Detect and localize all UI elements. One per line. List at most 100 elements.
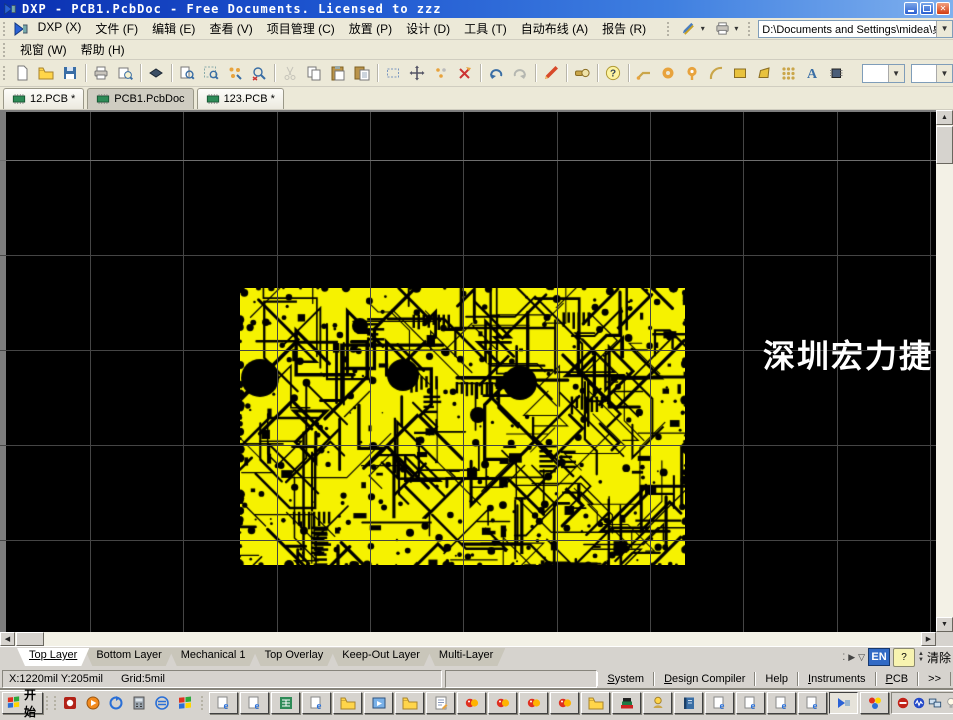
taskbar-grip[interactable] (54, 696, 56, 710)
taskbar-window-book[interactable] (674, 692, 703, 714)
vertical-scroll-thumb[interactable] (936, 126, 953, 164)
route-icon[interactable] (632, 61, 656, 85)
taskbar-window-folder[interactable] (581, 692, 610, 714)
taskbar-window-ie-doc[interactable]: e (736, 692, 765, 714)
minimize-icon[interactable] (904, 2, 918, 15)
zoom-area-icon[interactable] (199, 61, 223, 85)
winflag-icon[interactable] (174, 693, 195, 713)
save-icon[interactable] (58, 61, 82, 85)
menu-item[interactable]: 视窗 (W) (13, 40, 74, 59)
play-icon[interactable]: ▶ (848, 652, 855, 663)
chevron-down-icon[interactable]: ▼ (936, 21, 952, 37)
polygon-icon[interactable] (752, 61, 776, 85)
taskbar-window-ie-doc[interactable]: e (240, 692, 269, 714)
menu-item[interactable]: 编辑 (E) (145, 19, 202, 38)
taskbar-grip[interactable] (46, 696, 48, 710)
scroll-right-icon[interactable]: ▶ (921, 632, 936, 646)
open-folder-icon[interactable] (34, 61, 58, 85)
menu-item[interactable]: 自动布线 (A) (514, 19, 595, 38)
pcb-editor-canvas[interactable]: 深圳宏力捷 (0, 110, 936, 632)
chevron-down-icon[interactable]: ▼ (888, 65, 904, 82)
start-button[interactable]: 开始 (2, 692, 43, 714)
brush-icon[interactable] (539, 61, 563, 85)
taskbar-window-ie-doc[interactable]: e (798, 692, 827, 714)
menu-item[interactable]: 设计 (D) (399, 19, 457, 38)
document-tab[interactable]: PCB1.PcbDoc (87, 88, 193, 109)
via-icon[interactable] (680, 61, 704, 85)
undo-icon[interactable] (484, 61, 508, 85)
menu-item[interactable]: 报告 (R) (595, 19, 653, 38)
vertical-scrollbar[interactable]: ▲ ▼ (936, 110, 953, 632)
ie-icon[interactable] (151, 693, 172, 713)
menu-item[interactable]: DXP (X) (31, 19, 89, 38)
filter-icon[interactable]: ▽ (858, 652, 865, 663)
mask-level-icon[interactable]: ⁚ (842, 652, 845, 663)
taskbar-window-folder[interactable] (333, 692, 362, 714)
toolbar-grip[interactable] (748, 22, 755, 36)
wmp-icon[interactable] (82, 693, 103, 713)
toolbar-grip[interactable] (3, 66, 7, 80)
print-preview-icon[interactable] (113, 61, 137, 85)
layer-tab[interactable]: Top Overlay (253, 648, 336, 666)
horizontal-scroll-thumb[interactable] (16, 632, 44, 646)
panel-button[interactable]: Design Compiler (654, 672, 755, 686)
panel-button[interactable]: Instruments (798, 672, 875, 686)
zoom-points-icon[interactable] (223, 61, 247, 85)
tray-blue[interactable] (912, 696, 926, 710)
pad-icon[interactable] (656, 61, 680, 85)
taskbar-window-media[interactable] (364, 692, 393, 714)
horizontal-scrollbar[interactable]: ◀ ▶ (0, 632, 936, 646)
unselect-icon[interactable] (429, 61, 453, 85)
clear-label[interactable]: 清除 (927, 649, 951, 666)
print-icon[interactable] (89, 61, 113, 85)
language-help-button[interactable]: ? (893, 648, 915, 667)
component-icon[interactable] (824, 61, 848, 85)
panel-button[interactable]: Help (755, 672, 798, 686)
address-combo[interactable]: D:\Documents and Settings\midea\桌面 ▼ (758, 20, 953, 38)
taskbar-window-dxp[interactable] (829, 692, 858, 714)
menu-item[interactable]: 文件 (F) (88, 19, 145, 38)
menu-item[interactable]: 项目管理 (C) (260, 19, 342, 38)
new-doc-icon[interactable] (10, 61, 34, 85)
menu-item[interactable]: 帮助 (H) (74, 40, 132, 59)
tray-red[interactable] (896, 696, 910, 710)
taskbar-window-notepad[interactable] (426, 692, 455, 714)
help-icon[interactable]: ? (601, 61, 625, 85)
panel-button[interactable]: System (597, 672, 654, 686)
spinner-icon[interactable]: ▲▼ (918, 651, 924, 663)
document-tab[interactable]: 123.PCB * (197, 88, 284, 109)
string-icon[interactable]: A (800, 61, 824, 85)
dropdown-arrow-icon[interactable]: ▾ (701, 24, 705, 33)
menu-item[interactable]: 工具 (T) (457, 19, 514, 38)
move-icon[interactable] (405, 61, 429, 85)
zoom-clear-icon[interactable] (247, 61, 271, 85)
dxp-logo-icon[interactable] (13, 21, 31, 37)
menu-item[interactable]: 放置 (P) (342, 19, 399, 38)
copy-icon[interactable] (302, 61, 326, 85)
sync-icon[interactable] (105, 693, 126, 713)
arc-icon[interactable] (704, 61, 728, 85)
taskbar-window-hand[interactable] (643, 692, 672, 714)
taskbar-window-wang[interactable] (457, 692, 486, 714)
chevron-down-icon[interactable]: ▼ (936, 65, 952, 82)
calc-icon[interactable] (128, 693, 149, 713)
layer-tab[interactable]: Bottom Layer (84, 648, 173, 666)
taskbar-window-wang[interactable] (550, 692, 579, 714)
dropdown-arrow-icon[interactable]: ▾ (734, 24, 738, 33)
report-tools-button[interactable] (711, 17, 735, 41)
clear-x-icon[interactable] (453, 61, 477, 85)
layer-tab[interactable]: Top Layer (17, 648, 89, 666)
select-rect-icon[interactable] (381, 61, 405, 85)
cut-icon[interactable] (278, 61, 302, 85)
toolbar-grip[interactable] (667, 22, 674, 36)
red-app-icon[interactable] (59, 693, 80, 713)
close-icon[interactable]: ✕ (936, 2, 950, 15)
panel-button[interactable]: PCB (876, 672, 919, 686)
taskbar-window-game[interactable] (860, 692, 889, 714)
taskbar-grip[interactable] (201, 696, 203, 710)
toolbar-grip[interactable] (3, 43, 10, 57)
taskbar-window-ie-doc[interactable]: e (209, 692, 238, 714)
board-icon[interactable] (144, 61, 168, 85)
zoom-doc-icon[interactable] (175, 61, 199, 85)
taskbar-window-ie-doc[interactable]: e (302, 692, 331, 714)
